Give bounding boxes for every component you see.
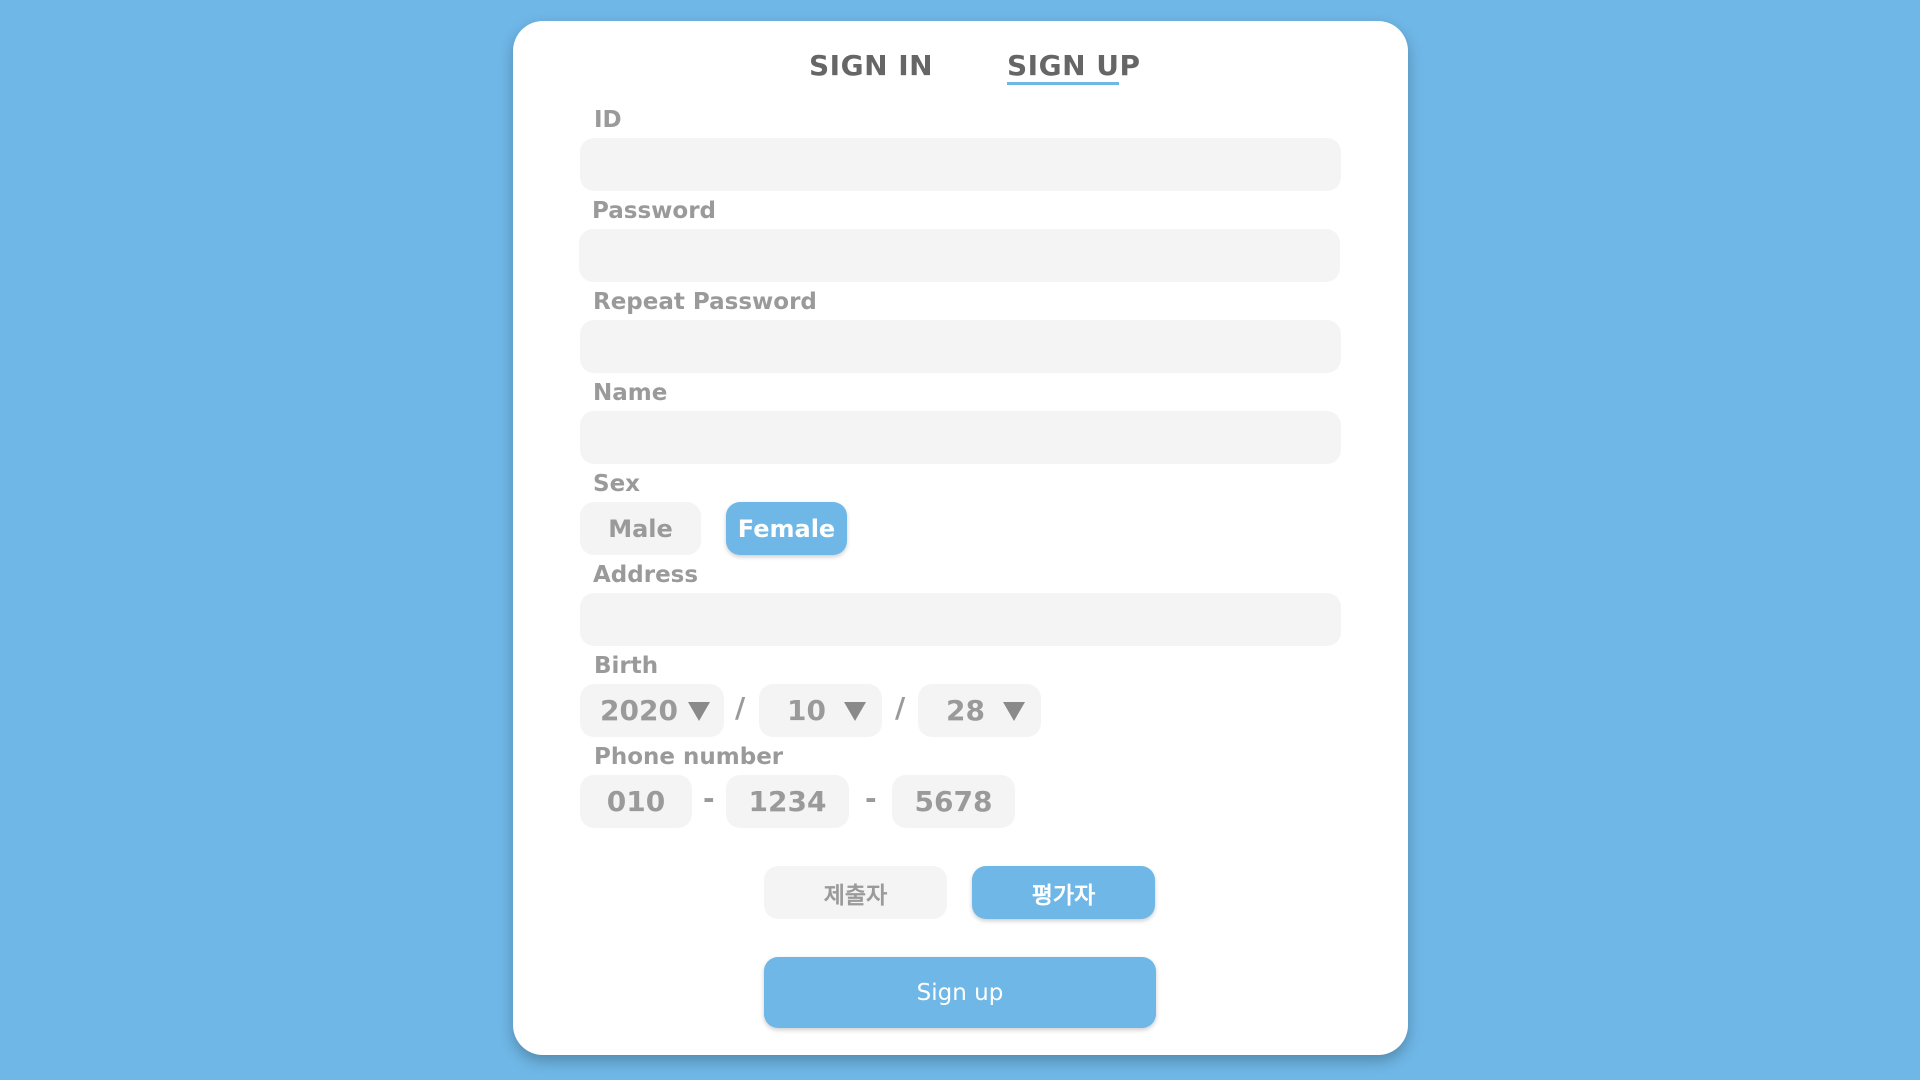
phone-part1-input[interactable]: 010: [580, 775, 692, 828]
repeat-password-label: Repeat Password: [593, 289, 817, 315]
name-label: Name: [593, 380, 668, 406]
phone-separator: -: [703, 782, 715, 815]
birth-month-value: 10: [787, 694, 826, 727]
birth-day-value: 28: [946, 694, 985, 727]
birth-separator: /: [735, 691, 746, 724]
birth-year-select[interactable]: 2020: [580, 684, 724, 737]
address-label: Address: [593, 562, 699, 588]
id-input[interactable]: [580, 138, 1341, 191]
sex-female-button[interactable]: Female: [726, 502, 847, 555]
address-input[interactable]: [580, 593, 1341, 646]
tab-sign-up[interactable]: SIGN UP: [1007, 49, 1141, 99]
caret-down-icon: [688, 702, 710, 721]
role-evaluator-button[interactable]: 평가자: [972, 866, 1155, 919]
birth-month-select[interactable]: 10: [759, 684, 882, 737]
sex-male-button[interactable]: Male: [580, 502, 701, 555]
repeat-password-input[interactable]: [580, 320, 1341, 373]
phone-part2-input[interactable]: 1234: [726, 775, 849, 828]
tab-sign-in[interactable]: SIGN IN: [809, 49, 933, 99]
signup-card: SIGN IN SIGN UP ID Password Repeat Passw…: [513, 21, 1408, 1055]
password-label: Password: [592, 198, 716, 224]
active-tab-underline: [1007, 82, 1119, 85]
id-label: ID: [594, 107, 622, 133]
birth-year-value: 2020: [600, 694, 678, 727]
sex-label: Sex: [593, 471, 640, 497]
birth-separator: /: [895, 691, 906, 724]
birth-label: Birth: [594, 653, 659, 679]
sign-up-button[interactable]: Sign up: [764, 957, 1156, 1028]
role-submitter-button[interactable]: 제출자: [764, 866, 947, 919]
birth-day-select[interactable]: 28: [918, 684, 1041, 737]
phone-separator: -: [865, 782, 877, 815]
phone-label: Phone number: [594, 744, 784, 770]
password-input[interactable]: [579, 229, 1340, 282]
caret-down-icon: [1003, 702, 1025, 721]
name-input[interactable]: [580, 411, 1341, 464]
phone-part3-input[interactable]: 5678: [892, 775, 1015, 828]
caret-down-icon: [844, 702, 866, 721]
